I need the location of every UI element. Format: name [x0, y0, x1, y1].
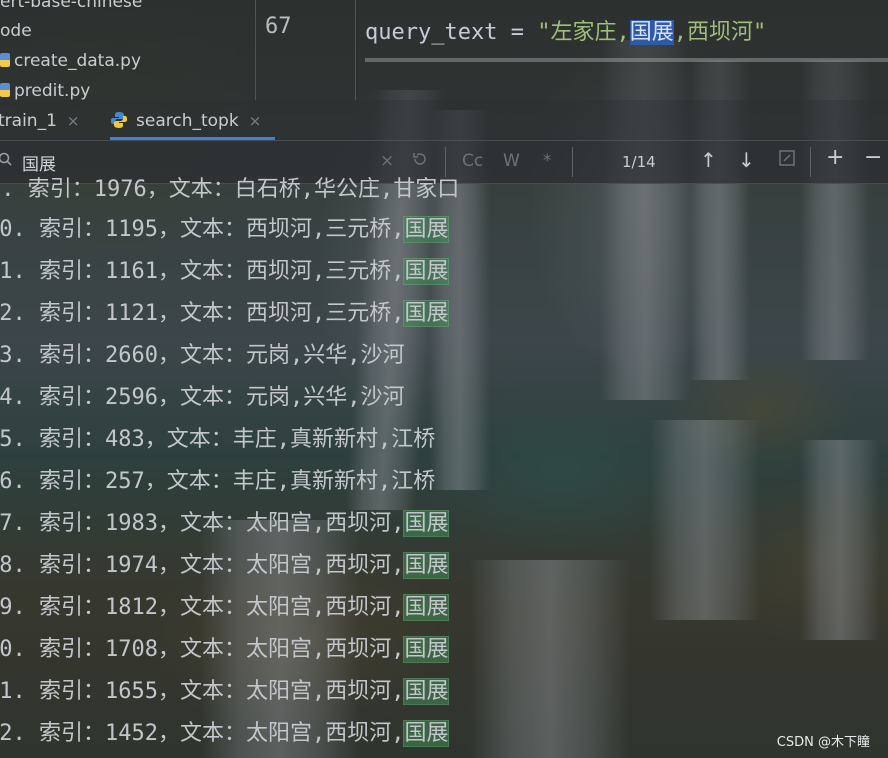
toolbar-separator — [810, 147, 811, 177]
console-line-text: 19. 索引：1812，文本：太阳宫,西坝河, — [0, 595, 405, 620]
console-line-text: 14. 索引：2596，文本：元岗,兴华,沙河 — [0, 385, 405, 410]
tree-item-code-dir[interactable]: ode — [0, 17, 32, 45]
console-line: 12. 索引：1121，文本：西坝河,三元桥,国展 — [0, 293, 450, 335]
code-string-end: ,西坝河" — [673, 20, 767, 45]
console-line: 22. 索引：1452，文本：太阳宫,西坝河,国展 — [0, 713, 450, 755]
console-line-text: 17. 索引：1983，文本：太阳宫,西坝河, — [0, 511, 405, 536]
console-line-text: 21. 索引：1655，文本：太阳宫,西坝河, — [0, 679, 405, 704]
console-line-text: 15. 索引：483，文本：丰庄,真新新村,江桥 — [0, 427, 436, 452]
code-string-start: "左家庄, — [537, 20, 630, 45]
tree-item-model-dir[interactable]: ert-base-chinese — [0, 0, 142, 16]
console-line: 13. 索引：2660，文本：元岗,兴华,沙河 — [0, 335, 404, 377]
tab-label: search_topk — [136, 111, 239, 131]
console-line: 16. 索引：257，文本：丰庄,真新新村,江桥 — [0, 461, 435, 503]
console-output[interactable]: 9. 索引：1976，文本：白石桥,华公庄,甘家口 10. 索引：1195，文本… — [0, 177, 888, 758]
tab-search-topk[interactable]: search_topk × — [110, 100, 276, 140]
console-line-text: 12. 索引：1121，文本：西坝河,三元桥, — [0, 301, 405, 326]
search-match-highlight: 国展 — [403, 678, 450, 705]
run-tabs: train_1 × search_topk × — [0, 100, 888, 141]
console-line: 9. 索引：1976，文本：白石桥,华公庄,甘家口 — [0, 169, 459, 211]
console-line-text: 11. 索引：1161，文本：西坝河,三元桥, — [0, 259, 405, 284]
console-line: 11. 索引：1161，文本：西坝河,三元桥,国展 — [0, 251, 450, 293]
console-line: 10. 索引：1195，文本：西坝河,三元桥,国展 — [0, 209, 450, 251]
gutter-divider — [355, 0, 356, 100]
python-file-icon — [0, 83, 10, 97]
top-panel: ert-base-chinese ode create_data.py pred… — [0, 0, 888, 101]
console-line-text: 16. 索引：257，文本：丰庄,真新新村,江桥 — [0, 469, 436, 494]
remove-selection-button[interactable]: − — [864, 145, 882, 170]
console-line: 15. 索引：483，文本：丰庄,真新新村,江桥 — [0, 419, 435, 461]
project-tree: ert-base-chinese ode create_data.py pred… — [0, 0, 255, 101]
code-variable: query_text — [365, 20, 498, 45]
watermark: CSDN @木下瞳 — [776, 735, 870, 750]
search-match-highlight: 国展 — [403, 258, 450, 285]
search-match-highlight: 国展 — [403, 720, 450, 747]
console-line-text: 20. 索引：1708，文本：太阳宫,西坝河, — [0, 637, 405, 662]
match-case-button[interactable]: Cc — [462, 151, 483, 171]
console-line: 17. 索引：1983，文本：太阳宫,西坝河,国展 — [0, 503, 450, 545]
search-icon[interactable] — [0, 152, 12, 166]
code-operator: = — [497, 20, 538, 45]
code-line[interactable]: query_text = "左家庄,国展,西坝河" — [365, 14, 766, 46]
panel-divider — [255, 0, 256, 100]
search-match-highlight: 国展 — [403, 510, 450, 537]
close-icon[interactable]: × — [67, 112, 80, 130]
console-line-text: 13. 索引：2660，文本：元岗,兴华,沙河 — [0, 343, 405, 368]
search-match-highlight: 国展 — [403, 636, 450, 663]
console-line: 18. 索引：1974，文本：太阳宫,西坝河,国展 — [0, 545, 450, 587]
console-line-text: 9. 索引：1976，文本：白石桥,华公庄,甘家口 — [0, 177, 460, 202]
console-line-text: 10. 索引：1195，文本：西坝河,三元桥, — [0, 217, 405, 242]
console-line: 20. 索引：1708，文本：太阳宫,西坝河,国展 — [0, 629, 450, 671]
python-file-icon — [0, 53, 10, 67]
search-match-highlight: 国展 — [403, 300, 450, 327]
tree-item-label: ert-base-chinese — [0, 0, 143, 12]
next-match-button[interactable]: ↓ — [738, 148, 755, 172]
close-icon[interactable]: × — [249, 112, 262, 130]
match-counter: 1/14 — [622, 153, 656, 171]
console-line-text: 18. 索引：1974，文本：太阳宫,西坝河, — [0, 553, 405, 578]
filter-icon[interactable] — [778, 149, 796, 172]
tab-label: train_1 — [0, 111, 57, 131]
line-number: 67 — [265, 14, 292, 39]
horizontal-scrollbar[interactable] — [365, 58, 888, 62]
console-line: 19. 索引：1812，文本：太阳宫,西坝河,国展 — [0, 587, 450, 629]
console-line-text: 22. 索引：1452，文本：太阳宫,西坝河, — [0, 721, 405, 746]
tree-item-label: predit.py — [14, 81, 91, 101]
console-line: 21. 索引：1655，文本：太阳宫,西坝河,国展 — [0, 671, 450, 713]
console-line: 14. 索引：2596，文本：元岗,兴华,沙河 — [0, 377, 404, 419]
code-search-highlight: 国展 — [629, 20, 674, 45]
tree-item-label: create_data.py — [14, 51, 142, 71]
tree-item-label: ode — [0, 21, 32, 41]
tree-item-create-data[interactable]: create_data.py — [0, 47, 141, 75]
toolbar-separator — [572, 147, 573, 177]
search-match-highlight: 国展 — [403, 594, 450, 621]
previous-match-button[interactable]: ↑ — [700, 148, 717, 172]
search-match-highlight: 国展 — [403, 552, 450, 579]
add-selection-button[interactable]: + — [826, 145, 844, 170]
regex-button[interactable]: * — [543, 151, 552, 171]
clear-search-button[interactable]: × — [380, 151, 394, 171]
search-match-highlight: 国展 — [403, 216, 450, 243]
whole-words-button[interactable]: W — [503, 151, 520, 171]
python-logo-icon — [111, 112, 127, 128]
tab-train-1[interactable]: train_1 × — [0, 100, 79, 140]
